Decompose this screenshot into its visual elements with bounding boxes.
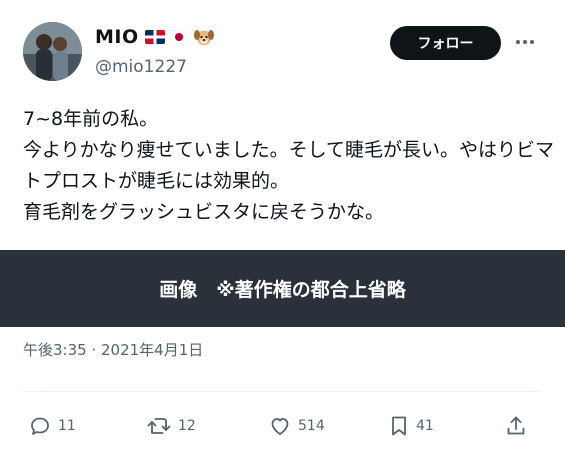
bookmark-count: 41	[416, 418, 434, 434]
divider	[23, 391, 540, 392]
reply-button[interactable]: 11	[28, 406, 76, 446]
media-caption: 画像 ※著作権の都合上省略	[159, 279, 406, 301]
more-horizontal-icon	[516, 40, 534, 44]
retweet-icon	[147, 418, 171, 434]
like-button[interactable]: 514	[268, 406, 325, 446]
tweet-actions: 11 12 514 41	[0, 406, 565, 446]
tweet-timestamp[interactable]: 午後3:35 · 2021年4月1日	[23, 339, 203, 360]
flag-dominican-republic-icon	[144, 30, 165, 44]
more-options-button[interactable]	[510, 32, 540, 52]
user-name-row: MIO	[95, 22, 215, 52]
share-icon	[507, 416, 525, 435]
flag-japan-icon	[168, 30, 189, 44]
name-badges	[144, 26, 215, 48]
avatar[interactable]	[23, 22, 82, 81]
retweet-button[interactable]: 12	[146, 406, 196, 446]
retweet-count: 12	[178, 418, 196, 434]
bookmark-icon	[392, 416, 406, 436]
user-handle[interactable]: @mio1227	[95, 57, 187, 77]
avatar-photo	[23, 22, 82, 81]
reply-count: 11	[58, 418, 76, 434]
dog-face-icon	[193, 30, 214, 46]
share-button[interactable]	[504, 406, 528, 446]
media-placeholder[interactable]: 画像 ※著作権の都合上省略	[0, 250, 565, 327]
heart-icon	[271, 418, 289, 435]
display-name[interactable]: MIO	[95, 26, 139, 48]
like-count: 514	[298, 418, 325, 434]
reply-icon	[31, 417, 49, 435]
follow-button[interactable]: フォロー	[390, 26, 501, 60]
tweet-text: 7~8年前の私。 今よりかなり痩せていました。そして睫毛が長い。やはりビマトプロ…	[23, 108, 555, 223]
bookmark-button[interactable]: 41	[388, 406, 434, 446]
